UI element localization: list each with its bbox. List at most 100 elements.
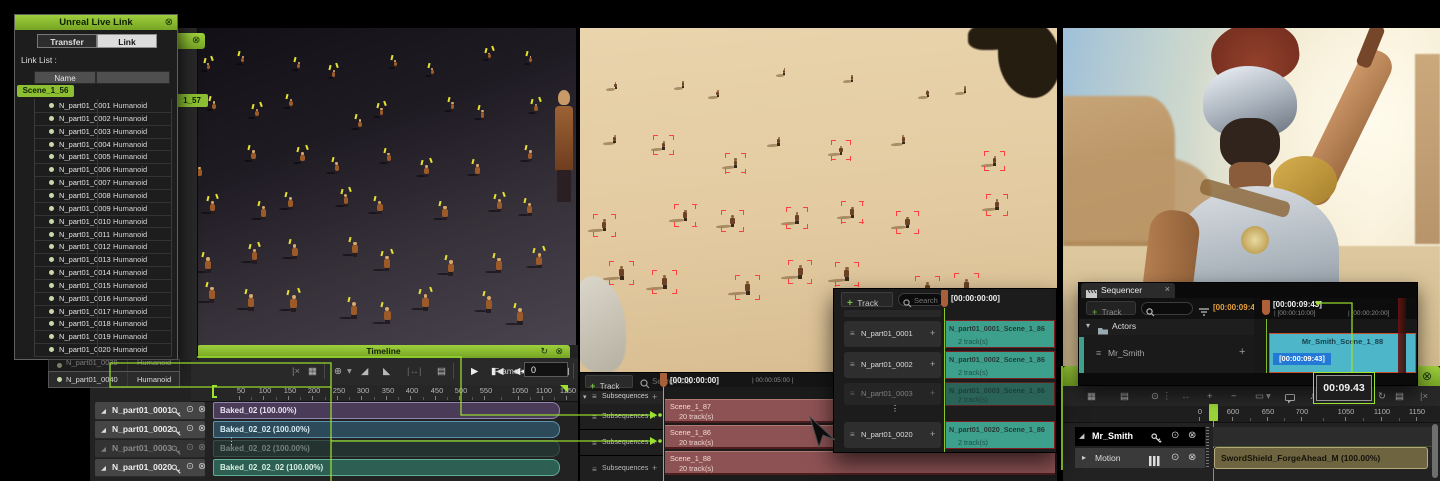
- soldier-figure[interactable]: [297, 62, 300, 70]
- circle-close-icon[interactable]: ⊗: [165, 17, 173, 28]
- plus-icon[interactable]: +: [652, 437, 657, 447]
- soldier-figure[interactable]: [255, 109, 259, 119]
- playhead-handle[interactable]: [660, 373, 667, 387]
- plus-icon[interactable]: +: [930, 388, 935, 398]
- collapsed-rows-ellipsis[interactable]: ⋮: [227, 438, 230, 456]
- link-key-icon[interactable]: [171, 462, 182, 473]
- soldier-figure[interactable]: [422, 294, 428, 311]
- range-start-bracket[interactable]: [212, 385, 217, 398]
- soldier-figure[interactable]: [602, 219, 606, 231]
- link-key-icon[interactable]: [1151, 431, 1162, 449]
- link-list-row[interactable]: N_part01_0007Humanoid: [35, 176, 171, 190]
- soldier-figure[interactable]: [289, 99, 293, 108]
- subsequence-row[interactable]: ≡Subsequences+: [580, 456, 663, 481]
- link-key-icon[interactable]: [171, 443, 182, 454]
- soldier-figure[interactable]: [777, 137, 780, 146]
- soldier-figure[interactable]: [734, 158, 738, 168]
- timeline-titlebar[interactable]: Timeline ↻ ⊗: [197, 345, 570, 358]
- soldier-figure[interactable]: [358, 119, 362, 129]
- viewport-3d-left[interactable]: [197, 28, 576, 345]
- soldier-figure[interactable]: [844, 267, 849, 281]
- soldier-figure[interactable]: [926, 90, 929, 97]
- soldier-figure[interactable]: [536, 253, 542, 268]
- crowd-clip[interactable]: N_part01_0003_Scene_1_862 track(s): [945, 382, 1055, 406]
- link-list-row[interactable]: N_part01_0008Humanoid: [35, 189, 171, 203]
- crowd-track-row[interactable]: ≡N_part01_0001+: [844, 321, 941, 347]
- soldier-figure[interactable]: [488, 53, 491, 60]
- sequence-clip[interactable]: Mr_Smith_Scene_1_88 [00:00:09:43]: [1269, 333, 1416, 373]
- soldier-figure[interactable]: [683, 210, 687, 222]
- soldier-figure[interactable]: [212, 101, 216, 110]
- folder-label[interactable]: Actors: [1112, 321, 1136, 331]
- circle-close-icon[interactable]: ⊗: [1422, 369, 1432, 383]
- crowd-clip[interactable]: N_part01_0020_Scene_1_862 track(s): [945, 421, 1055, 449]
- circle-close-icon[interactable]: ⊗: [198, 404, 206, 415]
- zoom-icon[interactable]: ⊕: [334, 366, 342, 377]
- soldier-figure[interactable]: [205, 257, 211, 272]
- link-list-row[interactable]: N_part01_0016Humanoid: [35, 292, 171, 306]
- track-header[interactable]: ◢N_part01_0020⊙⊗: [95, 459, 205, 477]
- motion-clip[interactable]: SwordShield_ForgeAhead_M (100.00%): [1214, 447, 1428, 469]
- zoom-caret-icon[interactable]: ▾: [347, 366, 352, 377]
- crowd-track-row[interactable]: ≡N_part01_0003+: [844, 383, 941, 405]
- link-list-row[interactable]: N_part01_0018Humanoid: [35, 317, 171, 331]
- soldier-figure[interactable]: [335, 162, 340, 174]
- tab-link[interactable]: Link: [97, 34, 157, 48]
- circle-chevron-icon[interactable]: ⊙: [186, 423, 194, 434]
- soldier-figure[interactable]: [288, 197, 293, 210]
- subsequence-row[interactable]: ≡Subsequences+: [580, 404, 663, 430]
- align-left-icon[interactable]: ◢: [361, 366, 368, 377]
- soldier-figure[interactable]: [662, 141, 665, 150]
- circle-close-icon[interactable]: ⊗: [1188, 452, 1196, 463]
- soldier-figure[interactable]: [442, 206, 447, 219]
- scrollbar[interactable]: [1432, 424, 1438, 478]
- soldier-figure[interactable]: [351, 302, 358, 319]
- collapsed-rows-ellipsis[interactable]: ⋮: [891, 406, 894, 421]
- soldier-figure-close[interactable]: [553, 90, 575, 202]
- soldier-figure[interactable]: [380, 108, 384, 118]
- play-button[interactable]: ▶: [471, 366, 478, 377]
- soldier-figure[interactable]: [248, 294, 254, 311]
- track-row-motion[interactable]: ▸ Motion ⊙ ⊗: [1075, 448, 1205, 468]
- row-drag-handle[interactable]: [1206, 427, 1209, 468]
- soldier-figure[interactable]: [527, 203, 532, 216]
- link-list-row[interactable]: N_part01_0006Humanoid: [35, 163, 171, 177]
- timeline-clip[interactable]: Baked_02_02_02 (100.00%): [213, 459, 560, 476]
- soldier-figure[interactable]: [394, 60, 397, 68]
- tab-transfer[interactable]: Transfer: [37, 34, 97, 48]
- comment-icon[interactable]: [1285, 391, 1295, 401]
- link-list-row[interactable]: N_part01_0013Humanoid: [35, 253, 171, 267]
- soldier-figure[interactable]: [300, 152, 304, 163]
- subsequence-row[interactable]: ≡Subsequences+: [580, 430, 663, 456]
- zoom-out-icon[interactable]: −: [1231, 391, 1237, 402]
- add-track-button[interactable]: + Track: [1086, 301, 1136, 315]
- soldier-figure[interactable]: [745, 281, 750, 295]
- link-list-row[interactable]: N_part01_0004Humanoid: [35, 138, 171, 152]
- plus-icon[interactable]: +: [652, 411, 657, 421]
- soldier-figure[interactable]: [995, 199, 999, 210]
- expand-icon[interactable]: ◢: [101, 426, 106, 434]
- soldier-figure[interactable]: [528, 150, 532, 161]
- soldier-figure[interactable]: [207, 63, 210, 71]
- circle-close-icon[interactable]: ⊗: [198, 423, 206, 434]
- soldier-figure[interactable]: [529, 56, 532, 64]
- soldier-figure[interactable]: [261, 206, 266, 219]
- soldier-figure[interactable]: [795, 212, 799, 224]
- soldier-figure[interactable]: [451, 102, 455, 111]
- crowd-track-row[interactable]: ≡N_part01_0002+: [844, 352, 941, 378]
- soldier-figure[interactable]: [377, 201, 382, 214]
- clip-edit-icon[interactable]: |×: [1420, 391, 1428, 402]
- circle-chevron-icon[interactable]: ⊙: [1171, 430, 1179, 441]
- zoom-in-icon[interactable]: +: [1207, 391, 1213, 402]
- frame-input[interactable]: [524, 362, 568, 377]
- link-list-row[interactable]: N_part01_0011Humanoid: [35, 228, 171, 242]
- soldier-figure[interactable]: [993, 156, 997, 166]
- soldier-figure[interactable]: [839, 146, 842, 155]
- soldier-figure[interactable]: [387, 153, 391, 164]
- fit-range-icon[interactable]: |↔|: [407, 366, 421, 377]
- link-key-icon[interactable]: [171, 405, 182, 416]
- circle-chevron-icon[interactable]: ⊙: [186, 404, 194, 415]
- soldier-figure[interactable]: [431, 68, 434, 76]
- soldier-figure[interactable]: [619, 266, 624, 280]
- circle-chevron-icon[interactable]: ⊙: [1171, 452, 1179, 463]
